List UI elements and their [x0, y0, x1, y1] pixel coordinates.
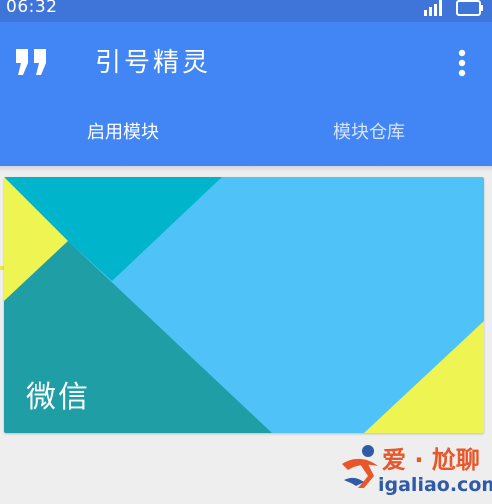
tab-bar: 启用模块 模块仓库 [0, 104, 492, 270]
app-bar: 引号精灵 [0, 22, 492, 104]
more-vert-icon[interactable] [450, 46, 474, 80]
quote-icon [16, 49, 46, 75]
status-bar: 06:32 [0, 0, 492, 22]
watermark-line1: 爱 · 尬聊 [382, 446, 480, 474]
watermark: 爱 · 尬聊 igaliao.com [338, 438, 492, 500]
signal-icon [424, 0, 442, 16]
tab-module-repository[interactable]: 模块仓库 [246, 104, 492, 166]
battery-icon [456, 0, 483, 16]
app-title: 引号精灵 [95, 48, 212, 78]
system-icons [422, 0, 484, 16]
module-name: 微信 [26, 380, 90, 415]
watermark-line2: igaliao.com [378, 474, 492, 496]
module-card-wechat[interactable]: 微信 [4, 177, 484, 433]
status-time: 06:32 [6, 0, 58, 17]
tab-enabled-modules[interactable]: 启用模块 [0, 104, 246, 166]
tab-bar-shadow [0, 166, 492, 172]
